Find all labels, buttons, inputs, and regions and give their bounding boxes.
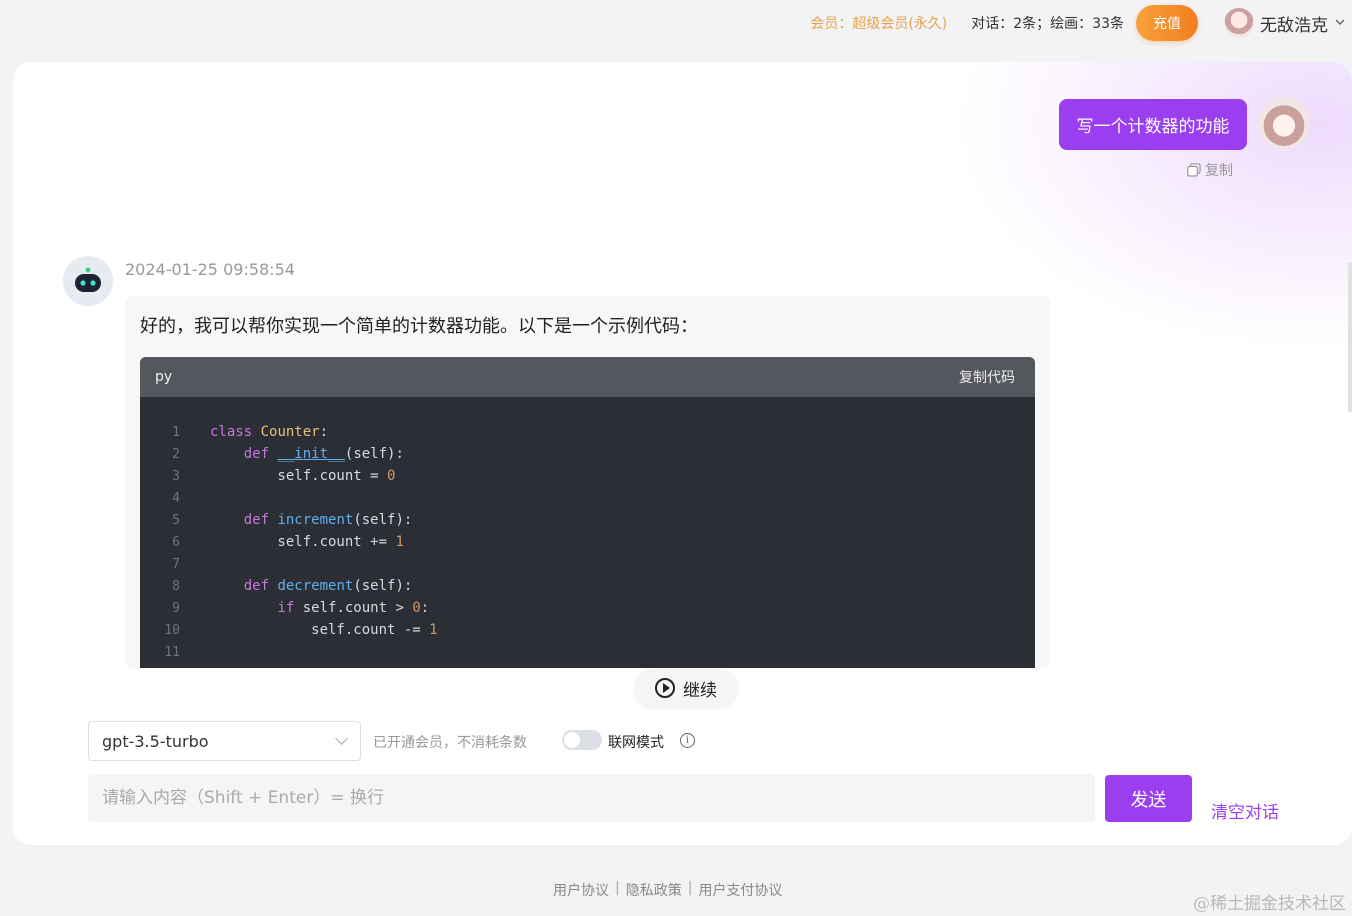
line-number: 10 [164, 622, 180, 638]
line-number: 6 [172, 534, 180, 550]
toggle-knob [564, 732, 580, 748]
line-number: 5 [172, 512, 180, 528]
scrollbar[interactable] [1348, 262, 1352, 412]
line-number: 1 [172, 424, 180, 440]
copy-icon [1187, 163, 1201, 177]
watermark: @稀土掘金技术社区 [1193, 894, 1346, 914]
code-line: 9 if self.count > 0: [140, 597, 1035, 619]
bot-avatar [63, 256, 113, 306]
robot-icon [75, 267, 101, 292]
copy-message-button[interactable]: 复制 [1187, 160, 1233, 180]
code-line: 10 self.count -= 1 [140, 619, 1035, 641]
footer-link-user-agreement[interactable]: 用户协议 [553, 880, 609, 900]
code-line: 4 [140, 487, 1035, 509]
chat-input[interactable] [88, 774, 1095, 822]
bot-message-bubble: 好的，我可以帮你实现一个简单的计数器功能。以下是一个示例代码： py 复制代码 … [125, 296, 1050, 668]
code-body: 1 class Counter: 2 def __init__(self): 3 … [140, 397, 1035, 663]
line-number: 4 [172, 490, 180, 506]
member-note: 已开通会员，不消耗条数 [373, 735, 527, 751]
line-number: 8 [172, 578, 180, 594]
code-line: 5 def increment(self): [140, 509, 1035, 531]
copy-code-button[interactable]: 复制代码 [959, 367, 1015, 387]
chevron-down-icon [335, 732, 348, 745]
recharge-button[interactable]: 充值 [1136, 5, 1198, 41]
model-value: gpt-3.5-turbo [102, 731, 209, 751]
divider: | [687, 880, 693, 896]
web-mode-toggle[interactable] [562, 730, 602, 750]
code-line: 11 [140, 641, 1035, 663]
line-number: 11 [164, 644, 180, 660]
user-avatar [1258, 97, 1310, 149]
code-line: 3 self.count = 0 [140, 465, 1035, 487]
continue-label: 继续 [683, 680, 717, 701]
chevron-down-icon[interactable] [1334, 16, 1346, 31]
code-language: py [155, 369, 173, 385]
code-line: 6 self.count += 1 [140, 531, 1035, 553]
code-block: py 复制代码 1 class Counter: 2 def __init__(s… [140, 357, 1035, 668]
top-bar: 会员：超级会员(永久) 对话：2条；绘画：33条 充值 无敌浩克 [0, 0, 1352, 46]
continue-button[interactable]: 继续 [634, 669, 738, 707]
member-status: 会员：超级会员(永久) [810, 16, 948, 32]
line-number: 3 [172, 468, 180, 484]
play-icon [655, 678, 675, 698]
footer-link-payment-agreement[interactable]: 用户支付协议 [698, 880, 782, 900]
username[interactable]: 无敌浩克 [1260, 11, 1328, 36]
chat-card: 写一个计数器的功能 复制 2024-01-25 09:58:54 好的，我可以帮… [13, 62, 1352, 845]
copy-label: 复制 [1205, 163, 1233, 179]
model-select[interactable]: gpt-3.5-turbo [88, 721, 361, 761]
info-icon[interactable]: i [680, 733, 695, 748]
code-line: 8 def decrement(self): [140, 575, 1035, 597]
code-header: py 复制代码 [140, 357, 1035, 397]
user-message-bubble: 写一个计数器的功能 [1059, 99, 1247, 150]
code-line: 1 class Counter: [140, 421, 1035, 443]
footer-link-privacy-policy[interactable]: 隐私政策 [626, 880, 682, 900]
clear-conversation-link[interactable]: 清空对话 [1211, 798, 1279, 823]
code-line: 2 def __init__(self): [140, 443, 1035, 465]
usage-counter: 对话：2条；绘画：33条 [971, 16, 1124, 32]
code-line: 7 [140, 553, 1035, 575]
divider: | [615, 880, 620, 896]
line-number: 2 [172, 446, 180, 462]
avatar[interactable] [1224, 8, 1254, 38]
web-mode-label: 联网模式 [608, 735, 664, 751]
line-number: 9 [172, 600, 180, 616]
message-timestamp: 2024-01-25 09:58:54 [125, 260, 295, 279]
send-button[interactable]: 发送 [1105, 775, 1192, 822]
bot-message-text: 好的，我可以帮你实现一个简单的计数器功能。以下是一个示例代码： [140, 316, 698, 337]
line-number: 7 [172, 556, 180, 572]
